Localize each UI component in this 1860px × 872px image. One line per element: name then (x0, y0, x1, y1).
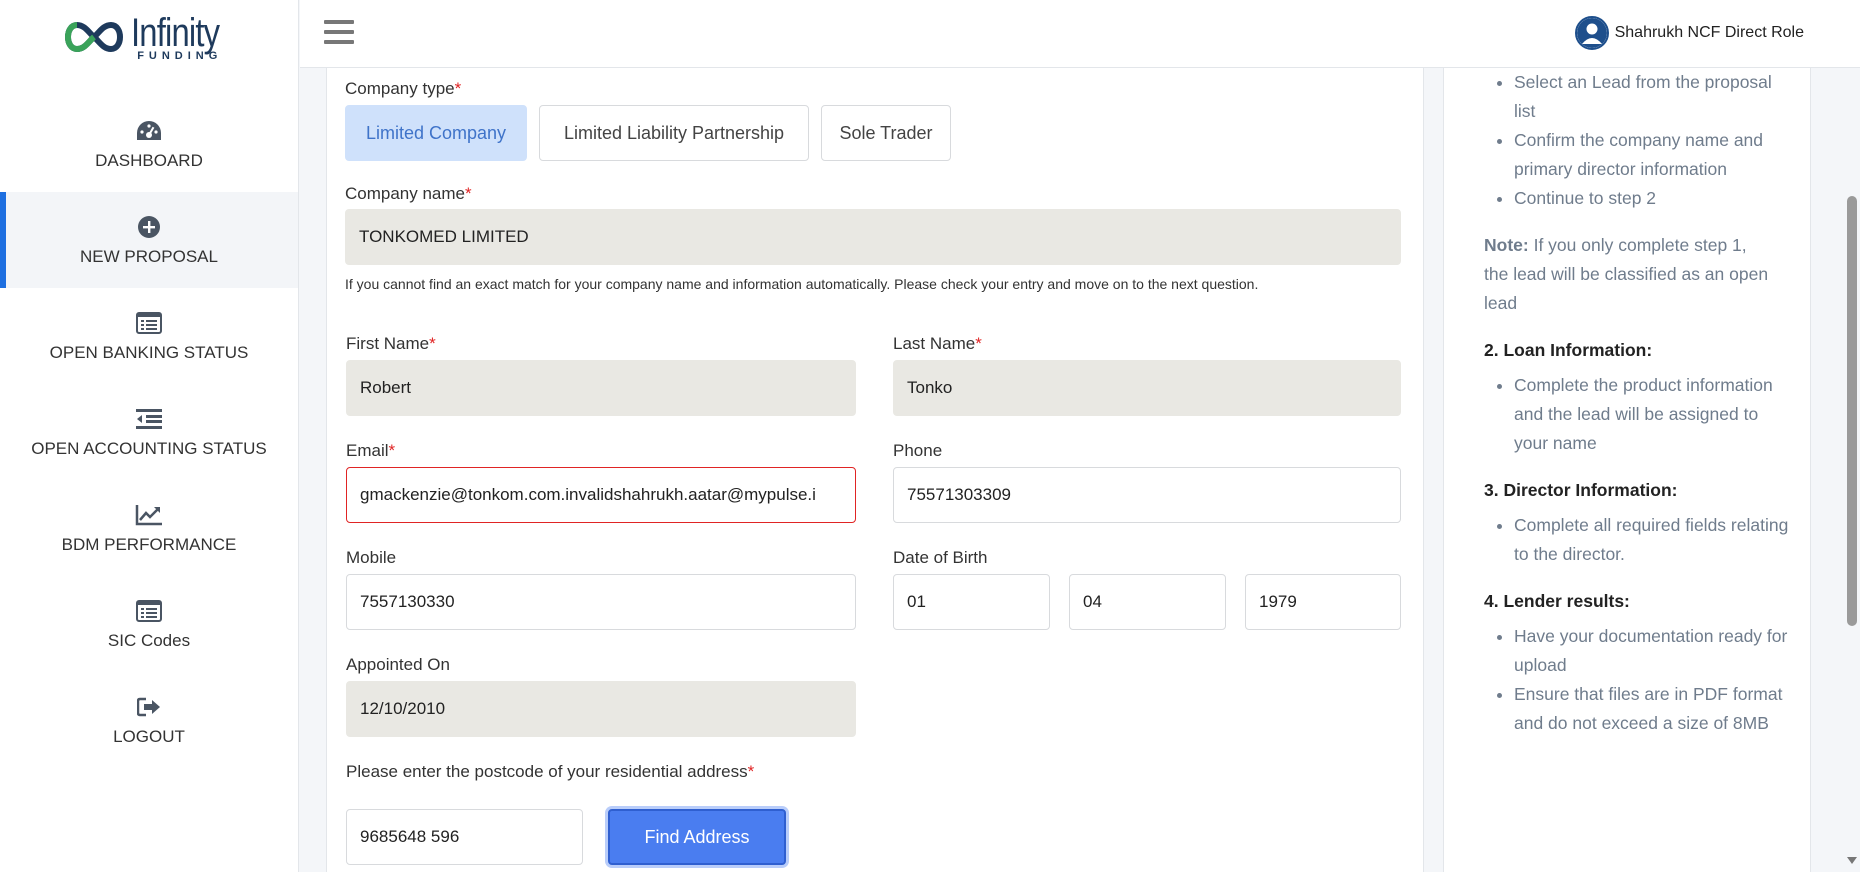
menu-toggle-icon[interactable] (324, 20, 354, 46)
line-chart-icon (135, 501, 163, 529)
company-name-label: Company name* (345, 184, 472, 203)
first-name-field[interactable]: Robert (346, 360, 856, 416)
list-item: Have your documentation ready for upload (1514, 622, 1790, 680)
help-panel: Select an Lead from the proposal list Co… (1443, 68, 1811, 872)
list-item: Complete the product information and the… (1514, 371, 1790, 458)
step2-title: 2. Loan Information: (1484, 340, 1653, 360)
first-name-label: First Name* (346, 334, 436, 353)
dashboard-icon (135, 117, 163, 145)
sidebar: Infinity FUNDING DASHBOARD NEW PROPOSAL … (0, 0, 299, 872)
mobile-field[interactable]: 7557130330 (346, 574, 856, 630)
plus-circle-icon (135, 213, 163, 241)
list-item: Select an Lead from the proposal list (1514, 68, 1790, 126)
sidebar-item-sic-codes[interactable]: SIC Codes (0, 576, 298, 672)
indent-list-icon (135, 405, 163, 433)
sidebar-item-label: DASHBOARD (95, 151, 203, 170)
mobile-label: Mobile (346, 548, 397, 567)
user-avatar-icon (1574, 16, 1609, 50)
infinity-logo-icon (65, 21, 124, 53)
list-item: Complete all required fields relating to… (1514, 511, 1790, 569)
appointed-on-label: Appointed On (346, 655, 450, 674)
sidebar-item-bdm-performance[interactable]: BDM PERFORMANCE (0, 480, 298, 576)
last-name-field[interactable]: Tonko (893, 360, 1401, 416)
user-name: Shahrukh NCF Direct Role (1614, 24, 1804, 41)
top-bar: Shahrukh NCF Direct Role (300, 0, 1860, 68)
step3-title: 3. Director Information: (1484, 480, 1678, 500)
scroll-down-arrow-icon[interactable] (1847, 857, 1857, 864)
sidebar-item-dashboard[interactable]: DASHBOARD (0, 96, 298, 192)
phone-label: Phone (893, 441, 943, 460)
step1-list: Select an Lead from the proposal list Co… (1464, 68, 1790, 213)
brand-logo[interactable]: Infinity FUNDING (0, 0, 298, 74)
dob-month-field[interactable]: 04 (1069, 574, 1226, 630)
email-label: Email* (346, 441, 396, 460)
list-card-icon (135, 597, 163, 625)
postcode-field[interactable]: 9685648 596 (346, 809, 583, 865)
sidebar-item-new-proposal[interactable]: NEW PROPOSAL (0, 192, 298, 288)
find-address-button[interactable]: Find Address (608, 809, 786, 865)
list-item: Confirm the company name and primary dir… (1514, 126, 1790, 184)
company-type-sole-trader[interactable]: Sole Trader (821, 105, 951, 161)
step4-title: 4. Lender results: (1484, 591, 1630, 611)
sidebar-item-logout[interactable]: LOGOUT (0, 672, 298, 768)
company-type-limited-company[interactable]: Limited Company (345, 105, 527, 161)
step3-list: Complete all required fields relating to… (1464, 511, 1790, 569)
sidebar-item-label: OPEN ACCOUNTING STATUS (31, 439, 267, 458)
appointed-on-field[interactable]: 12/10/2010 (346, 681, 856, 737)
sidebar-item-label: NEW PROPOSAL (80, 247, 218, 266)
proposal-form: Company type* Limited Company Limited Li… (326, 68, 1424, 872)
sidebar-item-label: LOGOUT (113, 727, 185, 746)
sidebar-item-label: BDM PERFORMANCE (61, 535, 237, 554)
company-name-field[interactable]: TONKOMED LIMITED (345, 209, 1401, 265)
date-of-birth-label: Date of Birth (893, 548, 988, 567)
page-scrollbar[interactable] (1844, 68, 1860, 872)
phone-field[interactable]: 75571303309 (893, 467, 1401, 523)
list-item: Ensure that files are in PDF format and … (1514, 680, 1790, 738)
company-name-hint: If you cannot find an exact match for yo… (345, 276, 1259, 292)
sidebar-item-open-accounting-status[interactable]: OPEN ACCOUNTING STATUS (0, 384, 298, 480)
list-card-icon (135, 309, 163, 337)
company-type-label: Company type* (345, 79, 462, 98)
sidebar-item-label: OPEN BANKING STATUS (49, 343, 249, 362)
scrollbar-thumb[interactable] (1847, 196, 1857, 626)
logout-icon (135, 693, 163, 721)
email-field[interactable]: gmackenzie@tonkom.com.invalidshahrukh.aa… (346, 467, 856, 523)
company-type-llp[interactable]: Limited Liability Partnership (539, 105, 809, 161)
step2-list: Complete the product information and the… (1464, 371, 1790, 458)
step1-note: Note: If you only complete step 1, the l… (1484, 235, 1769, 313)
step4-list: Have your documentation ready for upload… (1464, 622, 1790, 738)
brand-name: Infinity (131, 10, 220, 55)
sidebar-item-open-banking-status[interactable]: OPEN BANKING STATUS (0, 288, 298, 384)
postcode-label: Please enter the postcode of your reside… (346, 762, 755, 781)
user-menu[interactable]: Shahrukh NCF Direct Role (1574, 16, 1804, 50)
dob-day-field[interactable]: 01 (893, 574, 1050, 630)
dob-year-field[interactable]: 1979 (1245, 574, 1401, 630)
last-name-label: Last Name* (893, 334, 982, 353)
sidebar-item-label: SIC Codes (107, 631, 191, 650)
sidebar-nav: DASHBOARD NEW PROPOSAL OPEN BANKING STAT… (0, 96, 298, 768)
list-item: Continue to step 2 (1514, 184, 1790, 213)
